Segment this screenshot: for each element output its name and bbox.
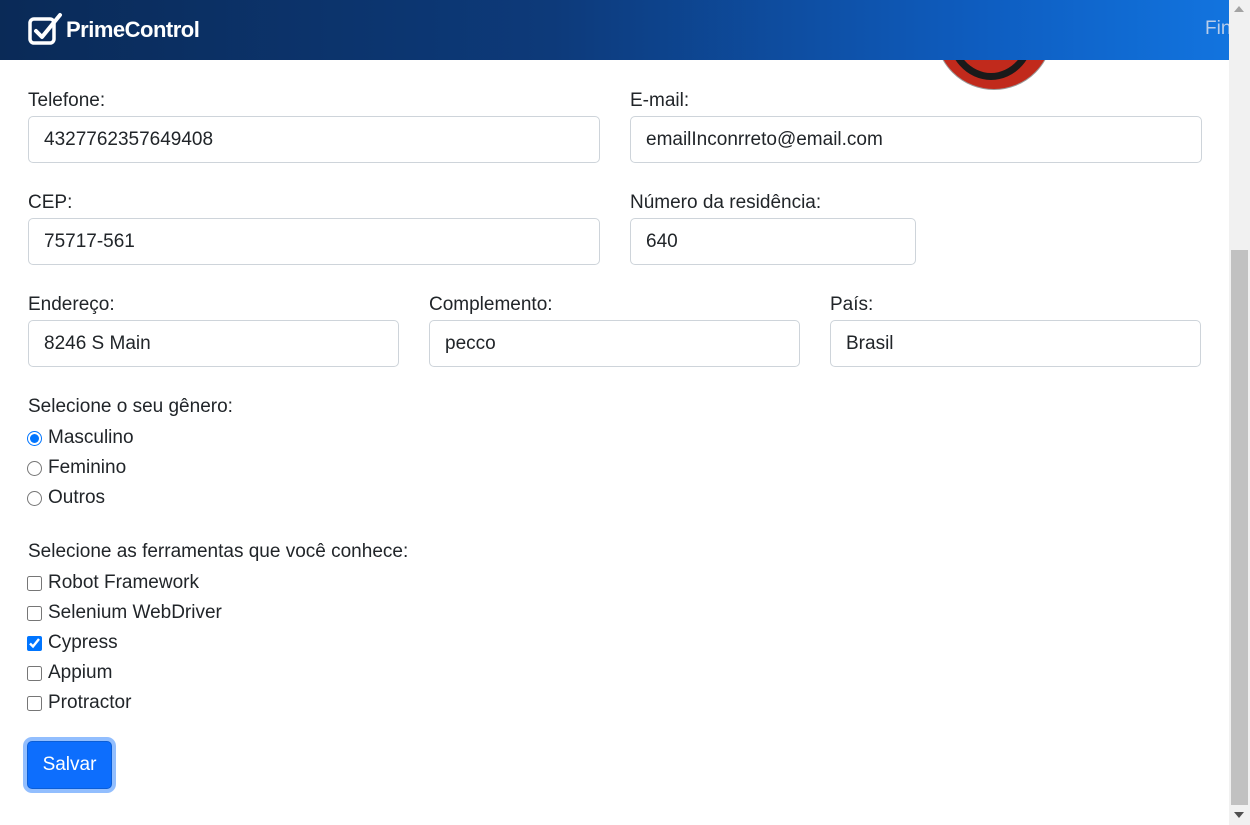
avatar	[935, 60, 1055, 92]
gender-radio-masculino[interactable]	[27, 430, 42, 446]
endereco-input[interactable]	[28, 320, 399, 367]
tool-option-label: Cypress	[48, 632, 118, 653]
brand-name: PrimeControl	[66, 17, 200, 42]
gender-option-masculino[interactable]: Masculino	[27, 425, 134, 451]
numero-input[interactable]	[630, 218, 916, 265]
gender-option-feminino[interactable]: Feminino	[27, 455, 126, 481]
tool-option-label: Protractor	[48, 692, 132, 713]
tool-option-selenium[interactable]: Selenium WebDriver	[27, 600, 222, 626]
tool-option-label: Appium	[48, 662, 113, 683]
endereco-label: Endereço:	[28, 294, 115, 315]
pais-input[interactable]	[830, 320, 1201, 367]
scrollbar-thumb[interactable]	[1231, 250, 1248, 805]
tool-checkbox-selenium[interactable]	[27, 605, 42, 621]
email-input[interactable]	[630, 116, 1202, 163]
tool-checkbox-appium[interactable]	[27, 665, 42, 681]
cep-label: CEP:	[28, 192, 73, 213]
email-label: E-mail:	[630, 90, 690, 111]
gender-radio-feminino[interactable]	[27, 460, 42, 476]
scroll-down-arrow-icon[interactable]	[1234, 812, 1244, 818]
top-navbar: PrimeControl Fin	[0, 0, 1229, 60]
gender-option-label: Masculino	[48, 427, 134, 448]
numero-label: Número da residência:	[630, 192, 822, 213]
gender-radio-outros[interactable]	[27, 490, 42, 506]
gender-label: Selecione o seu gênero:	[28, 396, 233, 417]
gender-option-label: Feminino	[48, 457, 127, 478]
tool-option-protractor[interactable]: Protractor	[27, 690, 131, 716]
cep-input[interactable]	[28, 218, 600, 265]
tools-label: Selecione as ferramentas que você conhec…	[28, 541, 409, 562]
tool-checkbox-protractor[interactable]	[27, 695, 42, 711]
tool-option-appium[interactable]: Appium	[27, 660, 112, 686]
gender-option-outros[interactable]: Outros	[27, 485, 105, 511]
tool-checkbox-robot-framework[interactable]	[27, 575, 42, 591]
check-square-icon	[28, 13, 62, 45]
complemento-input[interactable]	[429, 320, 800, 367]
pais-label: País:	[830, 294, 874, 315]
scroll-up-arrow-icon[interactable]	[1234, 6, 1244, 12]
save-button[interactable]: Salvar	[27, 741, 112, 789]
telefone-label: Telefone:	[28, 90, 106, 111]
telefone-input[interactable]	[28, 116, 600, 163]
tool-checkbox-cypress[interactable]	[27, 635, 42, 651]
gender-option-label: Outros	[48, 487, 106, 508]
tool-option-robot-framework[interactable]: Robot Framework	[27, 570, 199, 596]
complemento-label: Complemento:	[429, 294, 553, 315]
tool-option-label: Selenium WebDriver	[48, 602, 222, 623]
nav-link[interactable]: Fin	[1205, 18, 1229, 40]
tool-option-cypress[interactable]: Cypress	[27, 630, 118, 656]
brand-logo[interactable]: PrimeControl	[27, 12, 200, 48]
tool-option-label: Robot Framework	[48, 572, 199, 593]
